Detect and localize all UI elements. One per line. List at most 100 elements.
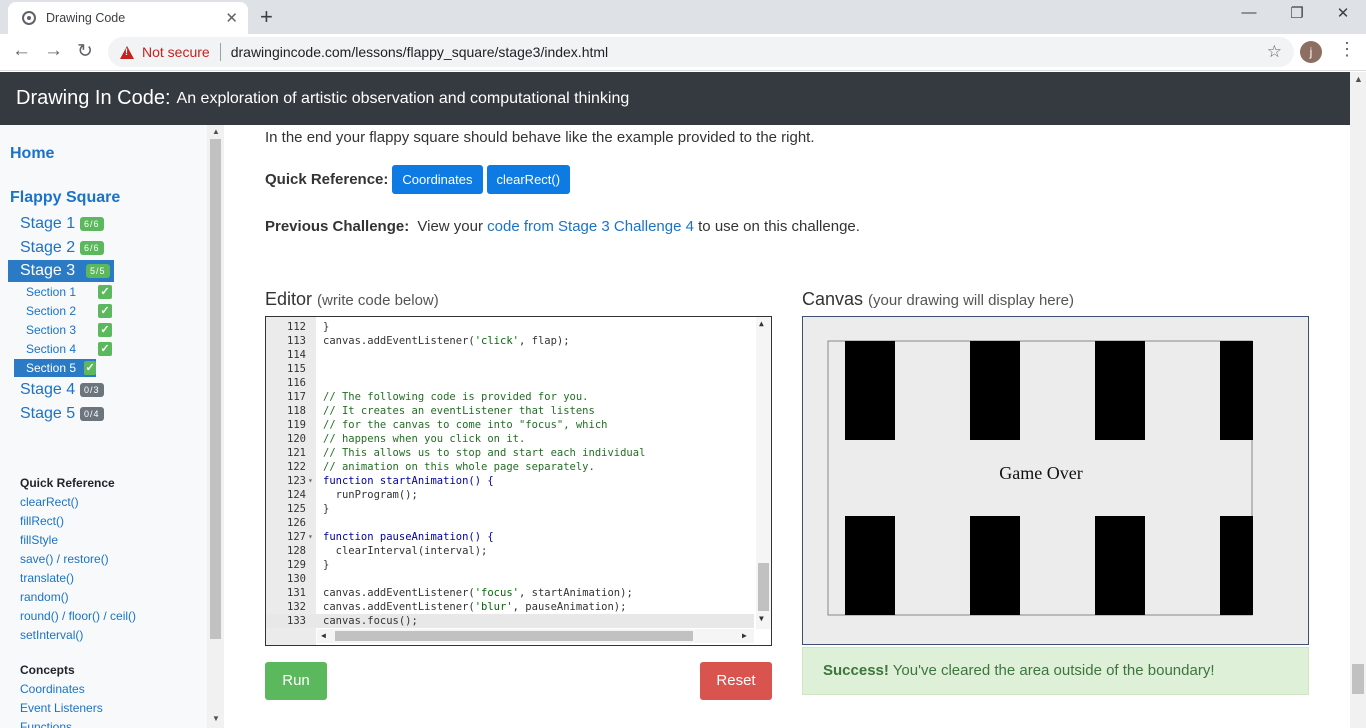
code-line[interactable]: 119 // for the canvas to come into "focus… [266,418,754,432]
tab-close-icon[interactable]: ✕ [225,9,238,27]
ref-link-translate[interactable]: translate() [20,571,74,585]
concept-link-event-listeners[interactable]: Event Listeners [20,701,103,715]
new-tab-button[interactable]: + [260,3,273,31]
sidebar-flappy-square-link[interactable]: Flappy Square [10,189,120,207]
code-line[interactable]: 112} [266,320,754,334]
ref-link-fillstyle[interactable]: fillStyle [20,533,58,547]
previous-challenge-link[interactable]: code from Stage 3 Challenge 4 [487,218,694,235]
browser-tab[interactable]: Drawing Code ✕ [8,2,248,34]
line-number: 113 [287,335,306,347]
previous-challenge-label: Previous Challenge: [265,218,410,235]
scroll-right-arrow-icon[interactable]: ▶ [742,631,747,640]
sidebar-home-link[interactable]: Home [10,145,54,163]
code-line[interactable]: 127 ▾ function pauseAnimation() { [266,530,754,544]
check-icon: ✓ [84,361,96,375]
editor-subtitle: (write code below) [317,292,439,309]
coordinates-button[interactable]: Coordinates [392,165,483,194]
code-text: canvas.addEventListener('click', flap); [323,335,570,347]
ref-link-random[interactable]: random() [20,590,69,604]
scroll-up-arrow-icon[interactable]: ▲ [1354,74,1363,84]
code-line[interactable]: 121 // This allows us to stop and start e… [266,446,754,460]
code-line[interactable]: 132 canvas.addEventListener('blur', pause… [266,600,754,614]
sidebar-item-stage-3[interactable]: Stage 3 5/5 [8,260,114,282]
code-line[interactable]: 122 // animation on this whole page separ… [266,460,754,474]
scroll-left-arrow-icon[interactable]: ◀ [321,631,326,640]
code-line[interactable]: 113 canvas.addEventListener('click', flap… [266,334,754,348]
not-secure-label[interactable]: Not secure [142,44,210,60]
code-line[interactable]: 125} [266,502,754,516]
fold-arrow-icon[interactable]: ▾ [308,530,313,544]
forward-button[interactable]: → [44,40,63,62]
ref-link-save-restore[interactable]: save() / restore() [20,552,109,566]
code-text: // for the canvas to come into "focus", … [323,419,608,431]
minimize-button[interactable]: — [1234,4,1264,21]
sidebar-item-stage-5[interactable]: Stage 5 0/4 [14,403,104,425]
code-line[interactable]: 128 clearInterval(interval); [266,544,754,558]
fold-arrow-icon[interactable]: ▾ [308,474,313,488]
sidebar-item-stage-2[interactable]: Stage 2 6/6 [14,237,104,259]
page-scrollbar[interactable]: ▲ [1350,72,1366,728]
run-button[interactable]: Run [265,662,327,700]
url-text[interactable]: drawingincode.com/lessons/flappy_square/… [231,44,1267,60]
editor-vertical-scrollbar[interactable]: ▲ ▼ [756,317,771,629]
reload-button[interactable]: ↻ [77,40,93,63]
sidebar-scrollbar[interactable]: ▲ ▼ [207,125,224,728]
sidebar-item-section-5[interactable]: Section 5 ✓ [14,359,96,377]
editor-horizontal-thumb[interactable] [335,631,693,641]
sidebar-item-stage-4[interactable]: Stage 4 0/3 [14,379,104,401]
main-content: In the end your flappy square should beh… [224,125,1350,728]
clearrect-button[interactable]: clearRect() [486,165,571,194]
sidebar-item-section-1[interactable]: Section 1 ✓ [26,283,112,301]
code-line[interactable]: 118 // It creates an eventListener that l… [266,404,754,418]
code-line[interactable]: 123 ▾ function startAnimation() { [266,474,754,488]
star-icon[interactable]: ☆ [1267,42,1282,62]
sidebar-scroll-thumb[interactable] [210,139,221,639]
line-number: 129 [287,559,306,571]
address-bar[interactable]: Not secure drawingincode.com/lessons/fla… [108,37,1294,67]
tab-title: Drawing Code [46,11,126,25]
concept-link-functions[interactable]: Functions [20,720,72,728]
page-scroll-thumb[interactable] [1352,664,1364,694]
ref-link-setinterval[interactable]: setInterval() [20,628,83,642]
ref-link-fillrect[interactable]: fillRect() [20,514,64,528]
line-number: 115 [287,363,306,375]
code-line[interactable]: 133 canvas.focus(); [266,614,754,628]
code-text: // happens when you click on it. [323,433,526,445]
code-line[interactable]: 120 // happens when you click on it. [266,432,754,446]
scroll-down-arrow-icon[interactable]: ▼ [212,714,220,723]
code-line[interactable]: 117 // The following code is provided for… [266,390,754,404]
profile-avatar[interactable]: j [1300,41,1322,63]
editor-horizontal-scrollbar[interactable]: ◀ ▶ [317,629,754,643]
code-line[interactable]: 126 [266,516,754,530]
code-line[interactable]: 115 [266,362,754,376]
code-text: canvas.addEventListener('blur', pauseAni… [323,601,627,613]
scroll-up-arrow-icon[interactable]: ▲ [759,319,764,328]
concept-link-coordinates[interactable]: Coordinates [20,682,85,696]
scroll-up-arrow-icon[interactable]: ▲ [212,127,220,136]
line-number: 130 [287,573,306,585]
line-number: 112 [287,321,306,333]
sidebar-item-section-2[interactable]: Section 2 ✓ [26,302,112,320]
sidebar-item-stage-1[interactable]: Stage 1 6/6 [14,213,104,235]
browser-menu-icon[interactable]: ⋮ [1338,39,1356,60]
sidebar-item-section-4[interactable]: Section 4 ✓ [26,340,112,358]
code-line[interactable]: 129} [266,558,754,572]
ref-link-round-floor-ceil[interactable]: round() / floor() / ceil() [20,609,136,623]
scroll-down-arrow-icon[interactable]: ▼ [759,614,764,623]
code-line[interactable]: 124 runProgram(); [266,488,754,502]
code-line[interactable]: 114 [266,348,754,362]
code-line[interactable]: 130 [266,572,754,586]
ref-link-clearrect[interactable]: clearRect() [20,495,79,509]
editor-vertical-thumb[interactable] [758,563,769,611]
code-editor[interactable]: 112} 113 canvas.addEventListener('click', … [265,316,772,646]
restore-button[interactable]: ❐ [1282,4,1312,22]
progress-badge: 5/5 [86,264,110,278]
sidebar-item-section-3[interactable]: Section 3 ✓ [26,321,112,339]
close-window-button[interactable]: ✕ [1328,4,1358,22]
code-line[interactable]: 116 [266,376,754,390]
drawing-canvas[interactable]: Game Over [802,316,1309,645]
back-button[interactable]: ← [12,40,31,62]
site-title[interactable]: Drawing In Code: [16,87,171,110]
code-line[interactable]: 131 canvas.addEventListener('focus', star… [266,586,754,600]
reset-button[interactable]: Reset [700,662,772,700]
